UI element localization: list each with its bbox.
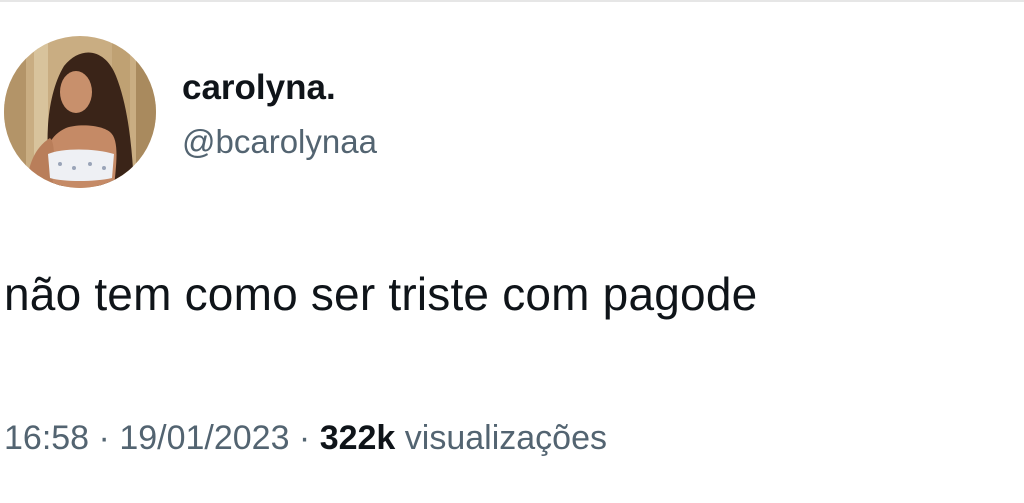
profile-photo-icon <box>4 36 156 188</box>
avatar[interactable] <box>4 36 156 188</box>
meta-separator: · <box>89 419 120 457</box>
tweet-time[interactable]: 16:58 <box>4 419 89 457</box>
meta-separator-2: · <box>289 419 320 457</box>
tweet-text: não tem como ser triste com pagode <box>4 268 758 320</box>
views-label: visualizações <box>395 419 607 457</box>
user-info: carolyna. @bcarolynaa <box>182 66 377 164</box>
top-divider <box>0 0 1024 2</box>
tweet-meta: 16:58 · 19/01/2023 · 322k visualizações <box>4 414 607 462</box>
user-handle[interactable]: @bcarolynaa <box>182 120 377 164</box>
display-name[interactable]: carolyna. <box>182 66 377 110</box>
tweet-date[interactable]: 19/01/2023 <box>119 419 289 457</box>
views-count[interactable]: 322k <box>320 419 396 457</box>
